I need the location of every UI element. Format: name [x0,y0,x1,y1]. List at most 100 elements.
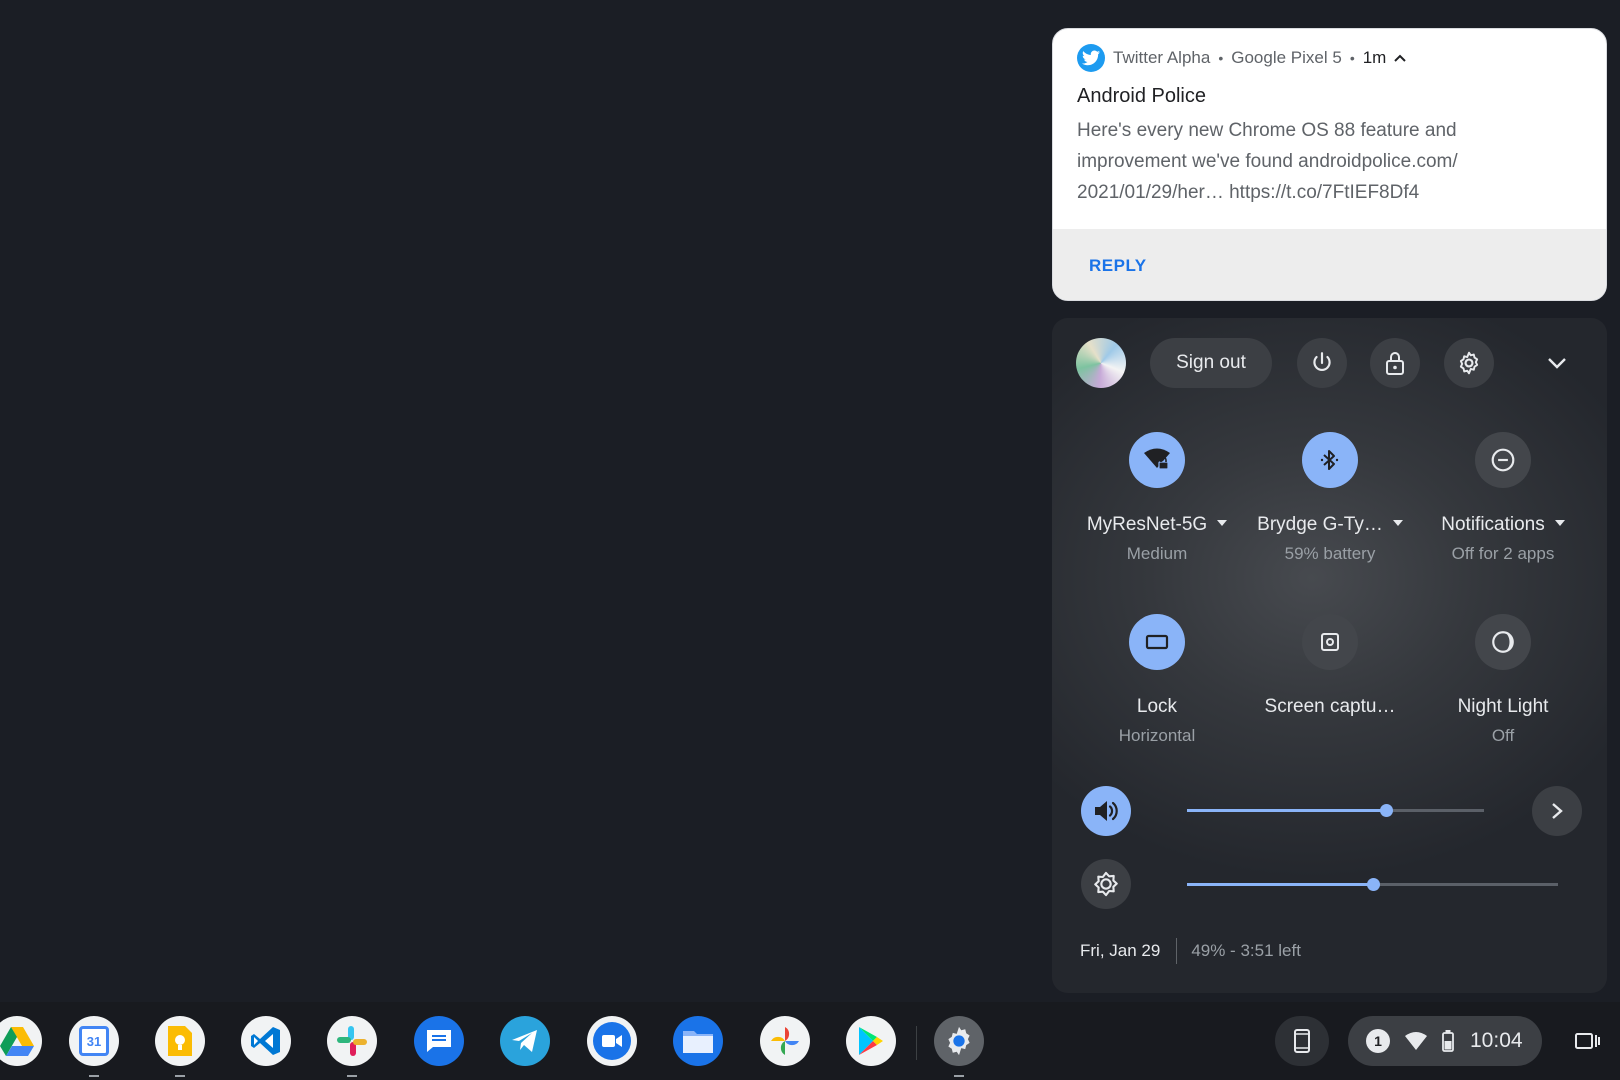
tile-screen-capture[interactable]: Screen captu… [1245,614,1415,718]
notification-card[interactable]: Twitter Alpha • Google Pixel 5 • 1m Andr… [1052,28,1607,301]
google-calendar-icon: 31 [79,1026,109,1056]
running-indicator [347,1075,357,1077]
settings-button[interactable] [1444,338,1494,388]
battery-icon [1442,1030,1454,1052]
app-calendar[interactable]: 31 [69,1016,119,1077]
tile-wifi-sub: Medium [1126,544,1188,563]
date-label[interactable]: Fri, Jan 29 [1080,941,1160,961]
app-duo[interactable] [587,1016,637,1066]
screen-capture-icon [1321,633,1339,651]
power-button[interactable] [1297,338,1347,388]
tile-notifications[interactable]: Notifications Off for 2 apps [1418,432,1588,564]
phone-hub-button[interactable] [1275,1016,1329,1066]
tile-night-light-sub: Off [1491,726,1515,745]
app-photos[interactable] [760,1016,810,1066]
slack-icon [337,1026,367,1056]
notifications-toggle[interactable] [1475,432,1531,488]
night-light-icon [1492,631,1514,653]
tile-wifi[interactable]: MyResNet-5G Medium [1072,432,1242,564]
bluetooth-toggle[interactable] [1302,432,1358,488]
notification-time: 1m [1362,48,1387,67]
rotation-lock-toggle[interactable] [1129,614,1185,670]
tile-screen-capture-label[interactable]: Screen captu… [1245,696,1415,718]
app-play-store[interactable] [846,1016,896,1066]
brightness-button [1081,859,1131,909]
notification-body-line: improvement we've found androidpolice.co… [1077,151,1458,172]
play-store-icon [859,1027,883,1055]
tile-bluetooth-sub: 59% battery [1284,544,1376,563]
tile-notifications-label[interactable]: Notifications [1418,514,1588,536]
lock-icon [1386,352,1404,375]
power-icon [1313,352,1331,372]
volume-slider-thumb[interactable] [1379,804,1393,817]
tile-rotation-lock[interactable]: Lock Horizontal [1072,614,1242,746]
lock-button[interactable] [1370,338,1420,388]
app-files[interactable] [673,1016,723,1066]
brightness-slider-thumb[interactable] [1366,878,1380,891]
dropdown-caret-icon [1554,520,1565,526]
sign-out-button[interactable]: Sign out [1150,338,1272,388]
bluetooth-icon [1320,450,1339,470]
chevron-down-icon [1548,358,1566,369]
avatar[interactable] [1076,338,1126,388]
google-photos-icon [771,1027,799,1055]
screen-capture-toggle[interactable] [1302,614,1358,670]
tile-night-light-label[interactable]: Night Light [1418,696,1588,718]
audio-settings-button[interactable] [1532,786,1582,836]
app-settings[interactable] [934,1016,984,1077]
clock: 10:04 [1470,1029,1523,1052]
notification-device: Google Pixel 5 [1231,48,1342,67]
phone-icon [1294,1029,1310,1053]
wifi-lock-icon [1144,448,1170,470]
notification-actions: REPLY [1053,229,1606,300]
telegram-icon [512,1030,537,1052]
tile-night-light[interactable]: Night Light Off [1418,614,1588,746]
reply-button[interactable]: REPLY [1089,256,1147,276]
brightness-slider-fill [1187,883,1373,886]
running-indicator [954,1075,964,1077]
dropdown-caret-icon [1217,520,1228,526]
divider [1176,938,1178,964]
volume-slider-fill [1187,809,1386,812]
notification-body-line: Here's every new Chrome OS 88 feature an… [1077,120,1457,141]
tile-bluetooth-label[interactable]: Brydge G-Ty… [1245,514,1415,536]
duo-icon [593,1022,631,1060]
tile-rotation-lock-sub: Horizontal [1118,726,1196,745]
wifi-icon [1405,1032,1427,1050]
shelf-divider [916,1026,917,1060]
brightness-slider[interactable] [1187,878,1558,891]
collapse-button[interactable] [1539,345,1575,381]
dropdown-caret-icon [1392,520,1403,526]
status-area[interactable]: 1 10:04 [1348,1016,1542,1066]
tile-rotation-lock-label[interactable]: Lock [1072,696,1242,718]
notification-body: Here's every new Chrome OS 88 feature an… [1077,115,1577,208]
gear-icon [1459,351,1479,375]
tile-bluetooth[interactable]: Brydge G-Ty… 59% battery [1245,432,1415,564]
tile-wifi-label[interactable]: MyResNet-5G [1072,514,1242,536]
app-drive[interactable] [0,1016,42,1066]
google-keep-icon [168,1026,192,1056]
overview-button[interactable] [1570,1024,1604,1058]
app-messages[interactable] [414,1016,464,1066]
app-keep[interactable] [155,1016,205,1077]
calendar-day: 31 [86,1033,102,1049]
running-indicator [175,1075,185,1077]
notification-body-line: 2021/01/29/her… https://t.co/7FtIEF8Df4 [1077,182,1420,203]
do-not-disturb-icon [1491,448,1515,472]
notification-count-badge: 1 [1366,1029,1390,1053]
chevron-up-icon[interactable] [1394,54,1407,62]
app-slack[interactable] [327,1016,377,1077]
app-vscode[interactable] [241,1016,291,1066]
wifi-toggle[interactable] [1129,432,1185,488]
volume-slider[interactable] [1187,804,1484,817]
app-telegram[interactable] [500,1016,550,1066]
night-light-toggle[interactable] [1475,614,1531,670]
notification-app-name: Twitter Alpha [1113,48,1211,67]
volume-icon [1095,801,1118,821]
mute-button[interactable] [1081,786,1131,836]
twitter-icon [1077,44,1105,72]
shelf: 31 1 10:04 [0,1002,1620,1080]
brightness-icon [1094,871,1118,897]
chevron-right-icon [1552,803,1563,819]
tile-notifications-sub: Off for 2 apps [1451,544,1555,563]
